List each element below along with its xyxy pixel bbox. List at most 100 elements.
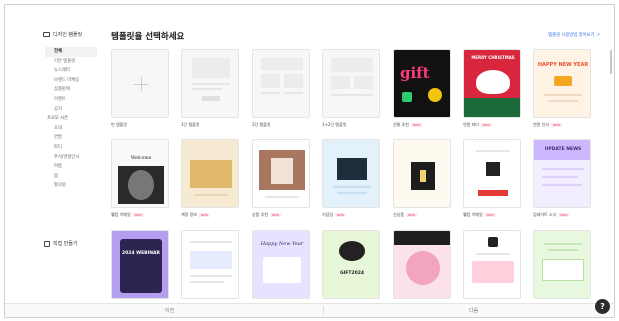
template-label: 연말 파티: [463, 122, 479, 127]
template-thumbnail[interactable]: 2024 WEBINAR: [111, 230, 169, 299]
template-card[interactable]: HAPPY NEW YEAR 연말 인사 NEW: [533, 49, 591, 128]
template-label-row: 상품 추천 NEW: [252, 212, 310, 218]
thumb-art-text: Welcome: [130, 156, 152, 161]
template-card[interactable]: 기념일NEW: [463, 230, 521, 307]
thumb-art-text: gift: [400, 64, 430, 82]
new-badge: NEW: [484, 212, 496, 218]
template-thumbnail[interactable]: [322, 139, 380, 208]
template-label-row: 업데이트 소식 NEW: [533, 212, 591, 218]
scrollbar-thumb[interactable]: [610, 50, 612, 74]
template-thumbnail[interactable]: [181, 49, 239, 118]
template-thumbnail[interactable]: MERRY CHRISTMAS: [463, 49, 521, 118]
template-label: 신상품: [393, 212, 405, 217]
template-thumbnail[interactable]: [393, 230, 451, 299]
thumb-art-text: Happy New Year: [260, 241, 304, 247]
template-thumbnail[interactable]: [181, 230, 239, 299]
template-card[interactable]: gift 선물 추천 NEW: [393, 49, 451, 128]
template-card[interactable]: GIFT2024할인 쿠폰NEW: [322, 230, 380, 307]
folder-icon: [43, 32, 50, 37]
sidebar-item[interactable]: 기본 템플릿: [45, 57, 97, 67]
template-card[interactable]: MERRY CHRISTMAS 연말 파티 NEW: [463, 49, 521, 128]
template-card[interactable]: 상품 추천 NEW: [252, 139, 310, 218]
template-card[interactable]: Happy New Year연말 인사NEW: [252, 230, 310, 307]
template-label: 2단 템플릿: [252, 122, 271, 127]
template-label: 웰컴 이메일: [463, 212, 483, 217]
new-badge: NEW: [558, 212, 570, 218]
help-button[interactable]: ?: [595, 299, 610, 314]
sidebar-item[interactable]: 연말: [45, 133, 97, 143]
template-card[interactable]: 2단 템플릿: [252, 49, 310, 128]
template-card[interactable]: UPDATE NEWS 업데이트 소식 NEW: [533, 139, 591, 218]
make-own-button[interactable]: 직접 만들기: [44, 240, 78, 247]
template-thumbnail[interactable]: [252, 49, 310, 118]
template-card[interactable]: 웰컴 이메일 NEW: [463, 139, 521, 218]
help-link[interactable]: 템플릿 사용방법 알아보기 ↗: [548, 32, 600, 39]
template-card[interactable]: 감사 이벤트NEW: [393, 230, 451, 307]
template-label: 1단 템플릿: [181, 122, 200, 127]
template-card[interactable]: 신상품 NEW: [393, 139, 451, 218]
template-card[interactable]: 2024 WEBINAR웨비나 초대NEW: [111, 230, 169, 307]
sidebar-item[interactable]: 파티: [45, 143, 97, 153]
template-card[interactable]: 1+2단 템플릿: [322, 49, 380, 128]
template-label-row: 1단 템플릿: [181, 122, 239, 128]
template-label-row: 연말 파티 NEW: [463, 122, 521, 128]
template-label-row: 신상품 NEW: [393, 212, 451, 218]
template-thumbnail[interactable]: [463, 139, 521, 208]
template-thumbnail[interactable]: [252, 139, 310, 208]
template-card[interactable]: 1단 템플릿: [181, 49, 239, 128]
sidebar-item[interactable]: 뉴스레터: [45, 66, 97, 76]
template-card[interactable]: 빈 템플릿: [111, 49, 169, 128]
template-label: 계정 정보: [181, 212, 197, 217]
template-label: 웰컴 이메일: [111, 212, 131, 217]
help-link-label: 템플릿 사용방법 알아보기: [548, 33, 595, 38]
sidebar-section-title: 프로모 시즌: [47, 116, 69, 122]
sidebar-item[interactable]: 공지: [45, 105, 97, 115]
thumb-art-text: GIFT2024: [339, 271, 365, 276]
template-grid: 빈 템플릿 1단 템플릿 2단 템플릿 1+2단 템플릿 gift 선물 추천 NEW MER…: [111, 48, 601, 307]
template-card[interactable]: 참여 이벤트NEW: [533, 230, 591, 307]
template-thumbnail[interactable]: GIFT2024: [322, 230, 380, 299]
sidebar-item[interactable]: 상품판매: [45, 85, 97, 95]
template-thumbnail[interactable]: Happy New Year: [252, 230, 310, 299]
template-thumbnail[interactable]: Welcome: [111, 139, 169, 208]
template-thumbnail[interactable]: UPDATE NEWS: [533, 139, 591, 208]
sidebar-item[interactable]: 봄: [45, 172, 97, 182]
template-thumbnail[interactable]: [463, 230, 521, 299]
template-thumbnail[interactable]: HAPPY NEW YEAR: [533, 49, 591, 118]
template-thumbnail[interactable]: [393, 139, 451, 208]
template-thumbnail[interactable]: gift: [393, 49, 451, 118]
template-card[interactable]: 기념일NEW: [322, 139, 380, 218]
new-badge: NEW: [551, 122, 563, 128]
sidebar-item[interactable]: 할로윈: [45, 181, 97, 191]
sidebar-item[interactable]: 전체: [45, 47, 97, 57]
template-thumbnail[interactable]: [322, 49, 380, 118]
sidebar-item[interactable]: 초대: [45, 124, 97, 134]
sidebar-item[interactable]: 이벤트: [45, 95, 97, 105]
sidebar-item[interactable]: 여름: [45, 162, 97, 172]
pagination-divider: [323, 306, 324, 315]
template-thumbnail[interactable]: [181, 139, 239, 208]
template-card[interactable]: 계정 정보 NEW: [181, 139, 239, 218]
template-card[interactable]: 구독자 안내NEW: [181, 230, 239, 307]
template-label: 연말 인사: [533, 122, 549, 127]
sidebar-item[interactable]: 추석/명절인사: [45, 153, 97, 163]
template-thumbnail[interactable]: [111, 49, 169, 118]
sidebar-item[interactable]: 브랜드 마케팅: [45, 76, 97, 86]
external-link-icon: ↗: [596, 32, 600, 38]
pagination-bar: 이전 다음: [5, 303, 614, 317]
template-label: 기념일: [322, 212, 334, 217]
template-label: 상품 추천: [252, 212, 268, 217]
template-label: 1+2단 템플릿: [322, 122, 347, 127]
template-label-row: 2단 템플릿: [252, 122, 310, 128]
sidebar-header[interactable]: 디자인 템플릿: [43, 31, 82, 38]
template-label: 빈 템플릿: [111, 122, 127, 127]
template-label-row: 웰컴 이메일 NEW: [463, 212, 521, 218]
template-label-row: 계정 정보 NEW: [181, 212, 239, 218]
template-label-row: 선물 추천 NEW: [393, 122, 451, 128]
next-button[interactable]: 다음: [469, 307, 478, 314]
template-thumbnail[interactable]: [533, 230, 591, 299]
prev-button[interactable]: 이전: [165, 307, 174, 314]
add-icon: [44, 240, 50, 247]
template-card[interactable]: Welcome 웰컴 이메일 NEW: [111, 139, 169, 218]
template-label-row: 웰컴 이메일 NEW: [111, 212, 169, 218]
